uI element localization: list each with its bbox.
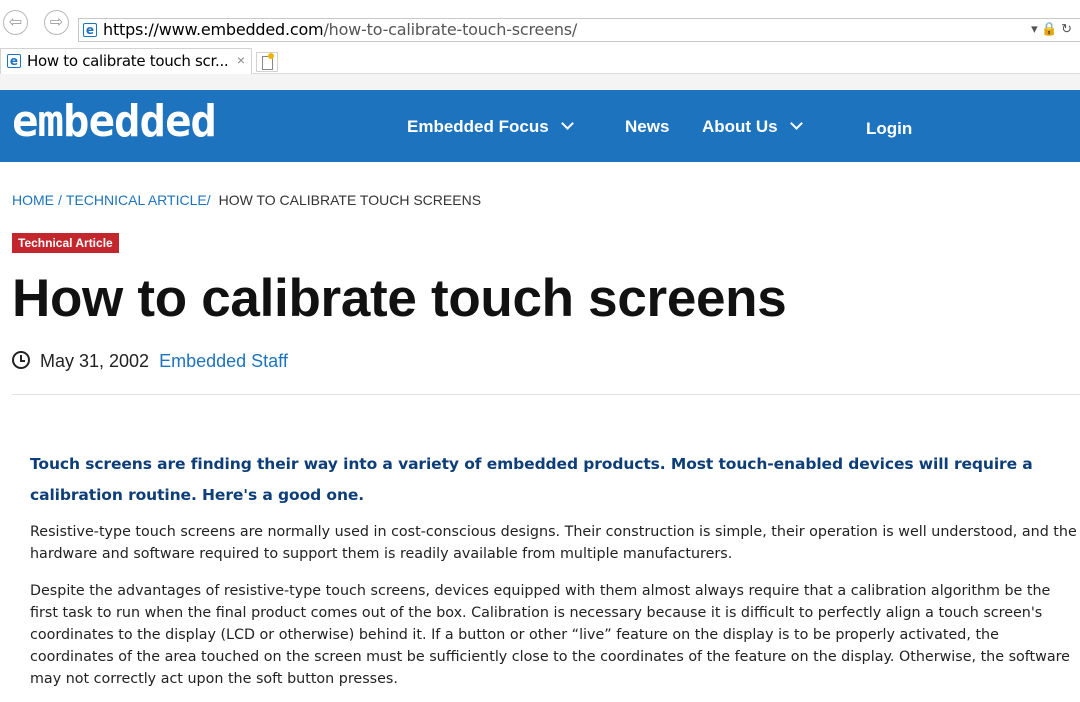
- url-controls[interactable]: ▾ 🔒 ↻: [1031, 21, 1072, 37]
- forward-arrow-icon: ⇨: [49, 13, 64, 31]
- nav-news[interactable]: News: [625, 117, 669, 137]
- article-paragraph: Resistive-type touch screens are normall…: [30, 524, 1077, 562]
- nav-label: News: [625, 117, 670, 136]
- page-top-gap: [0, 74, 1080, 90]
- nav-embedded-focus[interactable]: Embedded Focus: [407, 117, 574, 137]
- new-tab-star-icon: [268, 53, 274, 59]
- back-arrow-icon: ⇦: [8, 13, 23, 31]
- article-date: May 31, 2002: [40, 351, 150, 371]
- breadcrumb-current: HOW TO CALIBRATE TOUCH SCREENS: [218, 192, 482, 208]
- chevron-down-icon: [560, 117, 574, 130]
- chevron-down-icon: [789, 117, 803, 130]
- article-title: How to calibrate touch screens: [12, 269, 787, 328]
- article-author-link[interactable]: Embedded Staff: [159, 351, 288, 371]
- site-header: embedded Embedded Focus News About Us Lo…: [0, 90, 1080, 162]
- tab-title: How to calibrate touch scr...: [27, 52, 229, 70]
- breadcrumb: HOME / TECHNICAL ARTICLE/HOW TO CALIBRATE …: [12, 192, 481, 208]
- nav-about-us[interactable]: About Us: [702, 117, 803, 137]
- nav-login[interactable]: Login: [866, 119, 912, 139]
- breadcrumb-home[interactable]: HOME: [12, 192, 54, 208]
- url-field[interactable]: e https://www.embedded.com/how-to-calibr…: [78, 18, 1080, 42]
- article-paragraph: Despite the advantages of resistive-type…: [30, 583, 1070, 687]
- site-logo[interactable]: embedded: [12, 96, 217, 147]
- article-meta: May 31, 2002 Embedded Staff: [12, 349, 288, 372]
- breadcrumb-technical-article[interactable]: TECHNICAL ARTICLE: [66, 192, 207, 208]
- nav-label: About Us: [702, 117, 778, 136]
- nav-label: Embedded Focus: [407, 117, 549, 136]
- tab-close-icon[interactable]: ×: [237, 52, 245, 68]
- new-tab-button[interactable]: [256, 52, 278, 72]
- back-button[interactable]: ⇦: [3, 10, 28, 35]
- nav-label: Login: [866, 119, 913, 138]
- category-badge[interactable]: Technical Article: [12, 233, 119, 253]
- article-lead: Touch screens are finding their way into…: [30, 455, 1033, 504]
- forward-button[interactable]: ⇨: [44, 10, 69, 35]
- tab-favicon-icon: e: [7, 54, 21, 68]
- breadcrumb-separator: /: [58, 192, 62, 208]
- url-text: https://www.embedded.com/how-to-calibrat…: [103, 20, 577, 39]
- breadcrumb-separator: /: [206, 192, 211, 208]
- browser-address-bar: ⇦ ⇨ e https://www.embedded.com/how-to-ca…: [0, 0, 1080, 44]
- url-domain: https://www.embedded.com: [103, 20, 324, 39]
- browser-tab[interactable]: e How to calibrate touch scr... ×: [0, 48, 252, 74]
- site-favicon-icon: e: [83, 23, 97, 37]
- browser-tab-bar: e How to calibrate touch scr... ×: [0, 44, 1080, 74]
- url-path: /how-to-calibrate-touch-screens/: [323, 20, 578, 39]
- clock-icon: [12, 351, 30, 369]
- divider: [12, 394, 1080, 395]
